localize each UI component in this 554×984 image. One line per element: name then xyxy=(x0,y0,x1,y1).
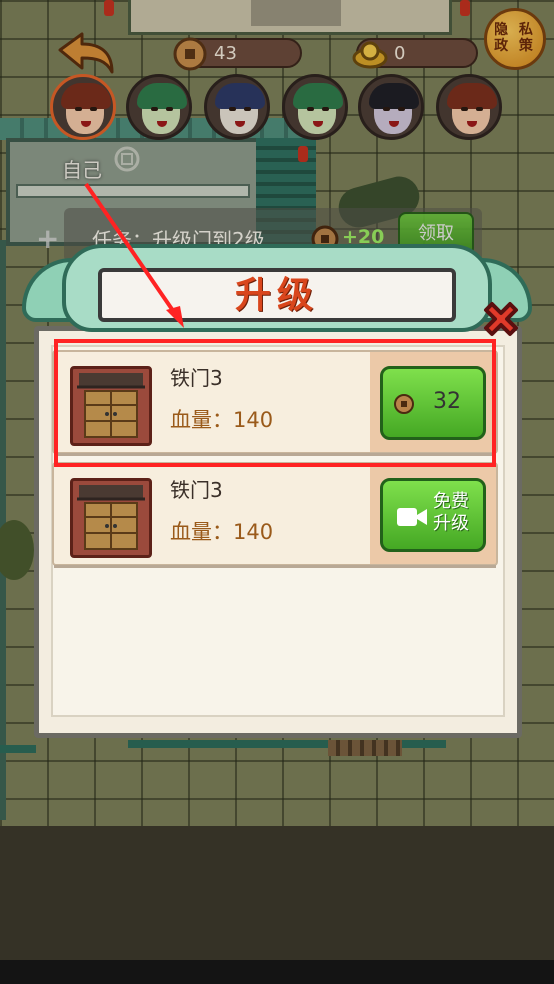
privacy-label-line1: 隐 私 xyxy=(494,22,536,38)
privacy-policy-button[interactable]: 隐 私 政 策 xyxy=(484,8,546,70)
iron-door-thumbnail xyxy=(70,478,152,558)
privacy-label-line2: 政 策 xyxy=(494,38,536,54)
avatar-eye xyxy=(75,107,82,111)
avatar-eye xyxy=(461,107,468,111)
avatar-eye xyxy=(151,107,158,111)
gold-ingot-icon xyxy=(352,41,388,69)
free-upgrade-line1: 免费 xyxy=(433,491,469,512)
avatar-eye xyxy=(244,107,251,111)
item-name: 铁门3 xyxy=(170,478,223,502)
avatar-eye xyxy=(229,107,236,111)
upgrade-row: 铁门3 血量：140 免费 升级 xyxy=(52,462,498,568)
avatar-hair xyxy=(293,83,343,109)
system-nav-bar xyxy=(0,960,554,984)
coin-counter: 43 xyxy=(173,37,302,71)
avatar-red-girl[interactable] xyxy=(436,74,502,140)
avatar-eye xyxy=(383,107,390,111)
tutorial-highlight xyxy=(54,339,496,467)
avatar-green-opera[interactable] xyxy=(126,74,192,140)
free-upgrade-line2: 升级 xyxy=(433,513,469,534)
title-card: 升级 xyxy=(98,268,456,322)
lantern-icon xyxy=(104,0,114,16)
back-arrow-icon[interactable] xyxy=(56,30,118,76)
avatar-eye xyxy=(90,107,97,111)
coin-count: 43 xyxy=(214,43,237,64)
ground xyxy=(0,826,554,960)
building-roof xyxy=(128,0,452,35)
dialog-title: 升级 xyxy=(234,275,319,316)
tile-marker-icon xyxy=(114,146,140,172)
item-hp: 血量：140 xyxy=(170,520,274,544)
avatar-hair xyxy=(369,83,419,109)
gate-prop xyxy=(328,740,402,756)
avatar-eye xyxy=(398,107,405,111)
door-icon xyxy=(77,485,145,550)
lantern-icon xyxy=(460,0,470,16)
avatar-ghost-lady[interactable] xyxy=(358,74,424,140)
bush-prop xyxy=(0,520,34,580)
avatar-self-girl[interactable] xyxy=(50,74,116,140)
lantern-icon xyxy=(298,146,308,162)
video-camera-icon xyxy=(397,508,427,526)
avatar-hair xyxy=(137,83,187,109)
close-icon[interactable] xyxy=(478,296,524,342)
avatar-hair xyxy=(447,83,497,109)
self-label: 自己 xyxy=(62,158,102,182)
free-upgrade-label: 免费 升级 xyxy=(433,491,469,535)
gem-count: 0 xyxy=(394,43,406,64)
avatar-eye xyxy=(476,107,483,111)
copper-coin-icon xyxy=(173,37,207,71)
plus-icon: + xyxy=(36,222,60,255)
avatar-eye xyxy=(322,107,329,111)
avatar-eye xyxy=(166,107,173,111)
gem-counter: 0 xyxy=(352,38,478,69)
avatar-moon-lady[interactable] xyxy=(204,74,270,140)
fence xyxy=(0,745,36,753)
avatar-green-opera-2[interactable] xyxy=(282,74,348,140)
avatar-hair xyxy=(215,83,265,109)
avatar-eye xyxy=(307,107,314,111)
avatar-hair xyxy=(61,83,111,109)
free-upgrade-video-button[interactable]: 免费 升级 xyxy=(380,478,486,552)
